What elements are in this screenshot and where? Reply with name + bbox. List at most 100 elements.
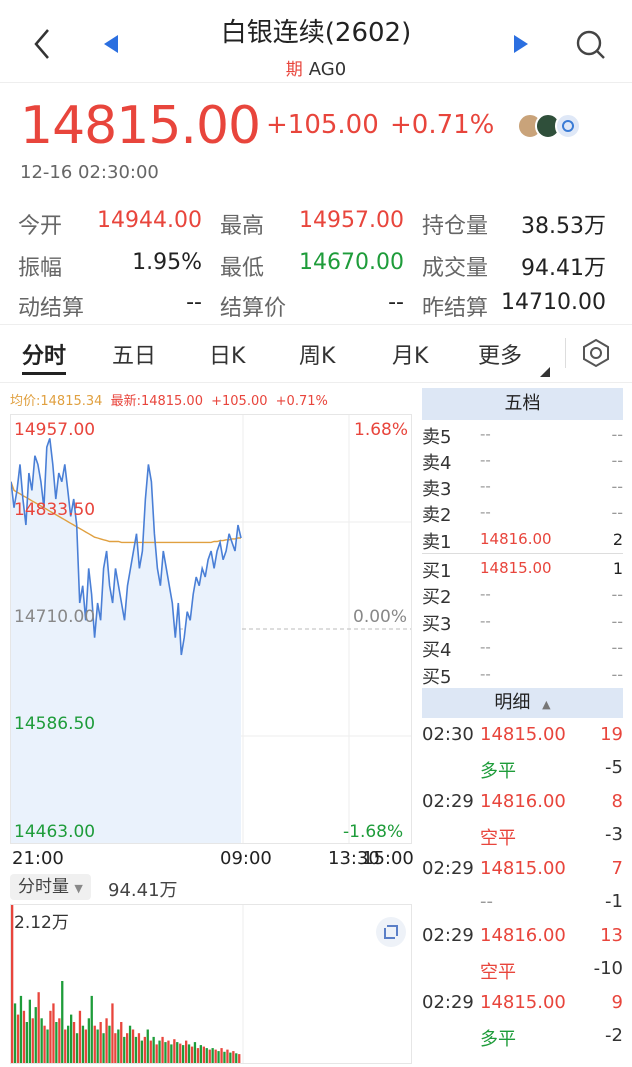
tick-detail-header[interactable]: 明细 ▲: [422, 688, 623, 718]
volume-bar: [93, 1025, 96, 1063]
ask-level-label: 卖2: [422, 505, 452, 526]
volume-bar: [123, 1036, 126, 1063]
stat-dyn-settle-label: 动结算: [18, 296, 85, 321]
latest-price-label: 最新:14815.00: [110, 394, 203, 409]
tab-daily-k[interactable]: 日K: [209, 338, 245, 370]
nav-divider: [0, 82, 632, 83]
next-arrow-icon[interactable]: [508, 32, 532, 56]
avg-price-label: 均价:14815.34: [10, 394, 103, 409]
tick-volume: 8: [611, 791, 623, 812]
volume-bar: [152, 1036, 155, 1063]
price-change: +105.00: [266, 110, 379, 140]
volume-bar: [102, 1033, 105, 1063]
bid-qty: --: [611, 665, 623, 684]
social-avatars[interactable]: [516, 112, 586, 140]
stat-high-value: 14957.00: [299, 208, 404, 233]
volume-bar: [146, 1029, 149, 1063]
volume-bar: [111, 1003, 114, 1063]
tick-volume: 7: [611, 858, 623, 879]
intraday-chart[interactable]: [10, 414, 412, 844]
ask-qty: --: [611, 451, 623, 470]
volume-bar: [126, 1033, 129, 1063]
stat-settle-label: 结算价: [220, 296, 287, 321]
stat-oi-label: 持仓量: [422, 214, 489, 239]
volume-bar: [232, 1051, 235, 1063]
tick-price: 14816.00: [480, 925, 566, 946]
y-mid-hi-label: 14833.50: [14, 500, 96, 520]
volume-selector-label: 分时量: [18, 877, 69, 897]
tab-monthly-k[interactable]: 月K: [392, 338, 428, 370]
stat-low-value: 14670.00: [299, 250, 404, 275]
volume-dropdown-icon: ▼: [74, 882, 83, 895]
ask-qty: --: [611, 503, 623, 522]
volume-bar: [58, 1018, 61, 1063]
bid-qty: 1: [612, 559, 623, 578]
tick-price: 14816.00: [480, 791, 566, 812]
stat-volume-label: 成交量: [422, 256, 489, 281]
volume-bar: [155, 1044, 158, 1063]
volume-bar: [31, 1018, 34, 1063]
volume-bar: [40, 1018, 43, 1063]
pct-mid-label: 0.00%: [353, 607, 408, 627]
volume-bar: [34, 1007, 37, 1063]
tick-time: 02:29: [422, 925, 474, 946]
volume-bar: [238, 1054, 241, 1063]
tab-weekly-k[interactable]: 周K: [299, 338, 335, 370]
expand-icon[interactable]: [376, 917, 406, 947]
quote-time: 12-16 02:30:00: [20, 162, 159, 183]
nav-bar: 白银连续(2602) 期 AG0: [0, 0, 632, 82]
volume-bar: [235, 1053, 238, 1063]
volume-bar: [187, 1044, 191, 1063]
tab-five-day[interactable]: 五日: [112, 338, 156, 370]
order-book-title: 五档: [422, 388, 623, 420]
bid-price: --: [480, 638, 491, 656]
tab-intraday[interactable]: 分时: [22, 338, 66, 370]
search-icon[interactable]: [574, 28, 608, 62]
volume-bar: [140, 1040, 143, 1063]
volume-bar: [199, 1045, 202, 1063]
volume-bar: [19, 995, 23, 1063]
bid-price: --: [480, 585, 491, 603]
volume-bar: [137, 1033, 141, 1063]
stat-dyn-settle-value: --: [186, 290, 202, 315]
volume-bar: [43, 1025, 46, 1063]
header-change: +105.00: [211, 394, 268, 409]
tick-detail-title: 明细: [494, 692, 531, 713]
collapse-icon: ▲: [542, 698, 551, 711]
volume-bar: [70, 1014, 73, 1063]
ask-level-label: 卖4: [422, 453, 452, 474]
volume-selector[interactable]: 分时量 ▼: [10, 874, 91, 900]
tick-volume: 13: [600, 925, 623, 946]
settings-hex-icon[interactable]: [581, 338, 611, 368]
ask-price: --: [480, 425, 491, 443]
volume-bar: [55, 1022, 58, 1063]
ask-qty: 2: [612, 530, 623, 549]
pct-top-label: 1.68%: [354, 420, 409, 440]
tick-oi-change: -2: [605, 1025, 623, 1046]
volume-bar: [90, 995, 93, 1063]
volume-chart-box: [10, 904, 412, 1064]
stat-settle-value: --: [388, 290, 404, 315]
volume-max-label: 2.12万: [14, 913, 69, 933]
more-dropdown-icon[interactable]: [540, 362, 550, 377]
volume-bar: [75, 1033, 79, 1063]
ask-price: --: [480, 503, 491, 521]
volume-bar: [120, 1022, 123, 1063]
volume-bar: [202, 1046, 205, 1063]
y-bottom-label: 14463.00: [14, 822, 96, 842]
stat-amplitude-label: 振幅: [18, 256, 63, 281]
instrument-symbol-row: 期 AG0: [0, 55, 632, 80]
x-tick-0900: 09:00: [220, 848, 272, 869]
volume-bar: [11, 905, 14, 1063]
stat-amplitude-value: 1.95%: [132, 250, 202, 275]
tab-more[interactable]: 更多: [478, 338, 522, 370]
tick-type: --: [480, 891, 493, 912]
volume-bar: [196, 1048, 200, 1063]
tabs-divider: [0, 382, 632, 383]
volume-bar: [25, 1022, 28, 1063]
tick-time: 02:29: [422, 791, 474, 812]
volume-bar: [229, 1052, 232, 1063]
tick-time: 02:29: [422, 992, 474, 1013]
bid-level-label: 买1: [422, 561, 452, 582]
bid-level-label: 买2: [422, 587, 452, 608]
